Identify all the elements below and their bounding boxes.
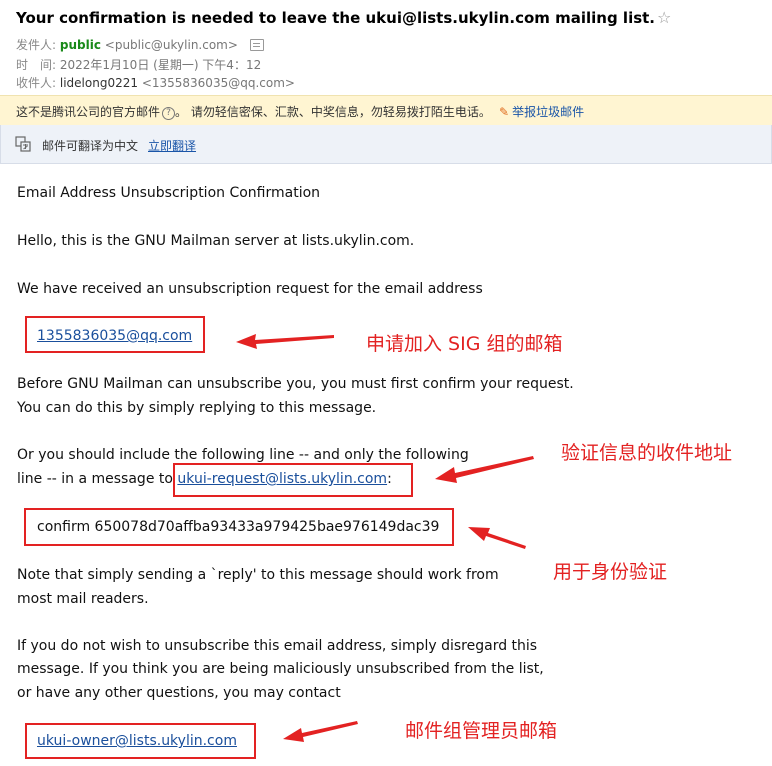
email-header: Your confirmation is needed to leave the… xyxy=(0,0,772,95)
time-row: 时 间: 2022年1月10日 (星期一) 下午4：12 xyxy=(16,56,261,73)
highlight-box-confirm xyxy=(24,508,454,546)
help-icon[interactable]: ? xyxy=(162,107,176,120)
highlight-box-request xyxy=(173,463,413,497)
time-label: 时 间: xyxy=(16,58,57,72)
note-verify-address: 验证信息的收件地址 xyxy=(561,442,733,464)
body-line-4: Before GNU Mailman can unsubscribe you, … xyxy=(17,376,574,392)
note-admin-email: 邮件组管理员邮箱 xyxy=(405,720,558,742)
email-subject: Your confirmation is needed to leave the… xyxy=(16,8,671,27)
note-identity: 用于身份验证 xyxy=(553,561,668,583)
sender-address: <public@ukylin.com> xyxy=(104,38,238,52)
translate-bar: 邮件可翻译为中文 立即翻译 xyxy=(0,125,772,164)
contact-card-icon[interactable] xyxy=(249,38,264,51)
arrow-4 xyxy=(283,721,358,742)
body-line-10: If you do not wish to unsubscribe this e… xyxy=(17,638,538,654)
highlight-box-subscriber xyxy=(25,316,205,353)
from-row: 发件人: public <public@ukylin.com> xyxy=(16,36,264,53)
recipient-address: <1355836035@qq.com> xyxy=(141,76,295,90)
translate-icon xyxy=(15,136,31,152)
warning-text: 这不是腾讯公司的官方邮件?。 请勿轻信密保、汇款、中奖信息，勿轻易拨打陌生电话。 xyxy=(16,105,491,120)
arrow-3 xyxy=(468,527,526,549)
subject-text: Your confirmation is needed to leave the… xyxy=(16,9,656,27)
body-line-8: Note that simply sending a `reply' to th… xyxy=(17,567,499,583)
body-line-11: message. If you think you are being mali… xyxy=(17,661,544,677)
body-line-12: or have any other questions, you may con… xyxy=(17,685,341,701)
translate-label: 邮件可翻译为中文 xyxy=(42,139,139,153)
report-spam-link[interactable]: ✎ 举报垃圾邮件 xyxy=(499,103,584,120)
body-line-2: Hello, this is the GNU Mailman server at… xyxy=(17,233,415,249)
to-label: 收件人: xyxy=(16,76,57,90)
translate-now-link[interactable]: 立即翻译 xyxy=(148,137,196,154)
body-line-5: You can do this by simply replying to th… xyxy=(17,400,377,416)
recipient-name[interactable]: lidelong0221 xyxy=(60,76,138,90)
body-line-9: most mail readers. xyxy=(17,591,149,607)
warning-bar: 这不是腾讯公司的官方邮件?。 请勿轻信密保、汇款、中奖信息，勿轻易拨打陌生电话。… xyxy=(0,95,772,126)
time-value: 2022年1月10日 (星期一) 下午4：12 xyxy=(59,58,262,72)
highlight-box-owner xyxy=(25,723,256,759)
note-sig-email: 申请加入 SIG 组的邮箱 xyxy=(366,333,563,355)
body-line-6: Or you should include the following line… xyxy=(17,447,469,463)
star-icon[interactable]: ☆ xyxy=(657,8,671,27)
arrow-1 xyxy=(236,334,334,349)
from-label: 发件人: xyxy=(16,38,57,52)
body-line-1: Email Address Unsubscription Confirmatio… xyxy=(17,185,321,201)
to-row: 收件人: lidelong0221 <1355836035@qq.com> xyxy=(16,74,295,91)
report-icon: ✎ xyxy=(499,105,510,119)
body-line-3: We have received an unsubscription reque… xyxy=(17,281,483,297)
sender-name[interactable]: public xyxy=(60,38,101,52)
